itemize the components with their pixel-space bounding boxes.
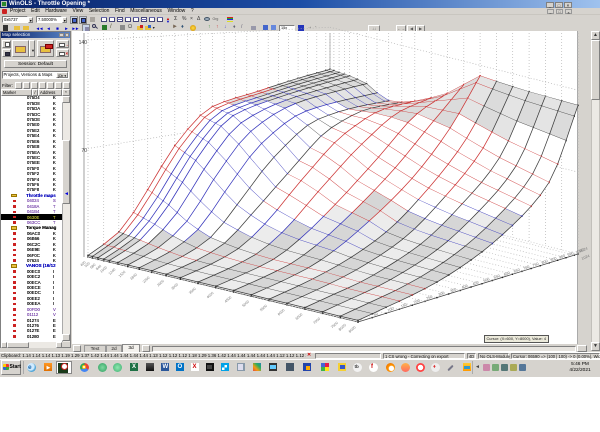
- svg-text:3000: 3000: [170, 282, 179, 290]
- svg-text:3500: 3500: [188, 287, 197, 295]
- svg-text:500: 500: [483, 277, 490, 283]
- svg-text:2200: 2200: [142, 276, 151, 284]
- svg-text:150: 150: [400, 303, 407, 309]
- svg-text:4000: 4000: [206, 291, 215, 299]
- svg-text:600: 600: [503, 271, 510, 277]
- svg-text:6000: 6000: [277, 308, 286, 316]
- svg-text:8000: 8000: [338, 323, 347, 332]
- svg-text:200: 200: [413, 299, 420, 305]
- svg-text:1024: 1024: [581, 254, 590, 261]
- svg-text:400: 400: [461, 284, 468, 290]
- svg-text:4500: 4500: [224, 295, 233, 303]
- svg-text:1520: 1520: [118, 270, 127, 278]
- svg-text:5000: 5000: [241, 300, 250, 308]
- svg-text:6500: 6500: [295, 312, 304, 320]
- svg-text:550: 550: [493, 274, 500, 280]
- svg-text:8000: 8000: [348, 325, 357, 333]
- svg-text:2600: 2600: [156, 279, 165, 287]
- svg-text:250: 250: [426, 295, 433, 301]
- svg-text:1024: 1024: [579, 247, 588, 254]
- svg-text:850: 850: [550, 256, 557, 262]
- svg-text:450: 450: [472, 280, 479, 286]
- svg-text:7000: 7000: [313, 317, 322, 325]
- svg-text:1840: 1840: [129, 273, 138, 281]
- svg-text:900: 900: [558, 254, 565, 260]
- svg-text:350: 350: [450, 287, 457, 293]
- svg-text:1240: 1240: [108, 267, 117, 275]
- svg-text:140: 140: [79, 40, 88, 46]
- svg-text:70: 70: [81, 148, 87, 154]
- svg-text:800: 800: [541, 259, 548, 265]
- svg-text:5500: 5500: [259, 304, 268, 312]
